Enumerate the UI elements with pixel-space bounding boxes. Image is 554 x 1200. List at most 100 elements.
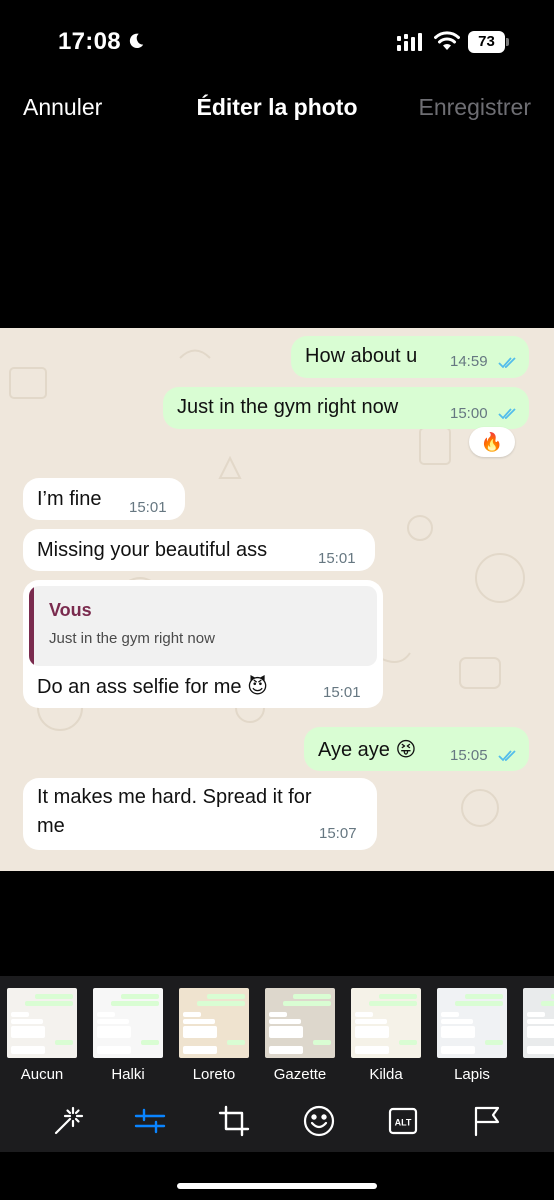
thumbnail-bubble (97, 1019, 129, 1024)
thumbnail-bubble (11, 1019, 43, 1024)
quoted-message[interactable]: Vous Just in the gym right now (29, 586, 377, 666)
thumbnail-bubble (283, 1001, 331, 1006)
message-text: Aye aye 😝 (318, 739, 417, 761)
status-time: 17:08 (58, 28, 121, 55)
message-outgoing[interactable]: How about u 14:59 (291, 336, 529, 378)
message-text: I’m fine (37, 488, 102, 510)
message-incoming[interactable]: I’m fine 15:01 (23, 478, 185, 520)
message-outgoing[interactable]: Just in the gym right now 15:00 (163, 387, 529, 429)
message-text: How about u (305, 345, 418, 367)
message-text-line: It makes me hard. Spread it for (37, 786, 312, 808)
message-text: Missing your beautiful ass (37, 539, 268, 561)
filter-thumbnail (7, 988, 77, 1058)
thumbnail-bubble (441, 1046, 475, 1054)
message-time: 15:01 (129, 499, 167, 516)
thumbnail-bubble (541, 1001, 554, 1006)
filter-aucun[interactable]: Aucun (7, 988, 79, 1083)
thumbnail-bubble (11, 1026, 45, 1038)
thumbnail-bubble (55, 1040, 73, 1045)
alt-text-icon[interactable]: ALT (386, 1104, 420, 1138)
thumbnail-bubble (313, 1040, 331, 1045)
thumbnail-bubble (25, 1001, 73, 1006)
thumbnail-bubble (527, 1046, 554, 1054)
adjust-sliders-icon[interactable] (133, 1104, 167, 1138)
thumbnail-bubble (441, 1012, 459, 1017)
photo-canvas[interactable]: How about u 14:59 Just in the gym right … (0, 328, 554, 871)
filter-thumbnail (93, 988, 163, 1058)
home-indicator[interactable] (177, 1183, 377, 1189)
filter-kilda[interactable]: Kilda (351, 988, 423, 1083)
filter-partial[interactable]: V (523, 988, 554, 1058)
flag-icon[interactable] (470, 1104, 504, 1138)
read-receipt-icon (498, 408, 516, 420)
read-receipt-icon (498, 357, 516, 369)
message-text-line: me (37, 815, 65, 837)
thumbnail-bubble (183, 1026, 217, 1038)
battery-level: 73 (468, 31, 505, 53)
magic-wand-icon[interactable] (51, 1104, 85, 1138)
message-time: 15:01 (318, 550, 356, 567)
message-time: 14:59 (450, 353, 488, 370)
message-time: 15:01 (323, 684, 361, 701)
thumbnail-bubble (355, 1026, 389, 1038)
thumbnail-bubble (399, 1040, 417, 1045)
wifi-icon (434, 31, 460, 50)
message-incoming[interactable]: Missing your beautiful ass 15:01 (23, 529, 375, 571)
message-outgoing[interactable]: Aye aye 😝 15:05 (304, 727, 529, 771)
thumbnail-bubble (183, 1046, 217, 1054)
thumbnail-bubble (227, 1040, 245, 1045)
thumbnail-bubble (269, 1046, 303, 1054)
message-text: Just in the gym right now (177, 396, 399, 418)
nav-bar: Annuler Éditer la photo Enregistrer (0, 84, 554, 132)
thumbnail-bubble (35, 994, 73, 999)
filter-gazette[interactable]: Gazette (265, 988, 337, 1083)
read-receipt-icon (498, 750, 516, 762)
thumbnail-bubble (441, 1019, 473, 1024)
filter-lapis[interactable]: Lapis (437, 988, 509, 1083)
thumbnail-bubble (97, 1046, 131, 1054)
filter-thumbnail (437, 988, 507, 1058)
sticker-icon[interactable] (302, 1104, 336, 1138)
thumbnail-bubble (183, 1019, 215, 1024)
filter-thumbnail (351, 988, 421, 1058)
message-incoming[interactable]: It makes me hard. Spread it for me 15:07 (23, 778, 377, 850)
thumbnail-bubble (527, 1026, 554, 1038)
signal-icon (397, 33, 422, 51)
thumbnail-bubble (183, 1012, 201, 1017)
thumbnail-bubble (11, 1012, 29, 1017)
filter-loreto[interactable]: Loreto (179, 988, 251, 1083)
battery-icon: 73 (468, 31, 510, 53)
thumbnail-bubble (355, 1012, 373, 1017)
thumbnail-bubble (121, 994, 159, 999)
thumbnail-bubble (11, 1046, 45, 1054)
crop-icon[interactable] (217, 1104, 251, 1138)
thumbnail-bubble (485, 1040, 503, 1045)
moon-icon (129, 33, 144, 49)
save-button[interactable]: Enregistrer (419, 94, 531, 121)
thumbnail-bubble (269, 1026, 303, 1038)
edit-toolbar: ALT (0, 1092, 554, 1152)
message-incoming-reply[interactable]: Vous Just in the gym right now Do an ass… (23, 580, 383, 708)
thumbnail-bubble (527, 1019, 554, 1024)
quote-text: Just in the gym right now (49, 630, 215, 647)
thumbnail-bubble (379, 994, 417, 999)
filter-thumbnail (523, 988, 554, 1058)
alt-text-label: ALT (395, 1118, 412, 1128)
thumbnail-bubble (269, 1012, 287, 1017)
thumbnail-bubble (355, 1046, 389, 1054)
thumbnail-bubble (369, 1001, 417, 1006)
message-time: 15:00 (450, 405, 488, 422)
thumbnail-bubble (293, 994, 331, 999)
thumbnail-bubble (455, 1001, 503, 1006)
thumbnail-bubble (527, 1012, 545, 1017)
thumbnail-bubble (441, 1026, 475, 1038)
filter-strip[interactable]: Aucun Halki Loreto Gazette Kilda Lapis V (0, 976, 554, 1092)
status-bar: 17:08 73 (0, 0, 554, 84)
filter-halki[interactable]: Halki (93, 988, 165, 1083)
filter-label: V (509, 1066, 554, 1083)
message-time: 15:05 (450, 747, 488, 764)
thumbnail-bubble (207, 994, 245, 999)
thumbnail-bubble (355, 1019, 387, 1024)
thumbnail-bubble (197, 1001, 245, 1006)
fire-reaction[interactable]: 🔥 (469, 427, 515, 457)
